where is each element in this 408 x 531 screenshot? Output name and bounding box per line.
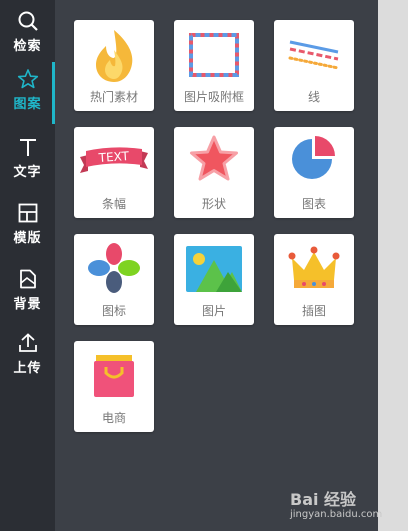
category-card-illustrations[interactable]: 插图 bbox=[274, 234, 354, 325]
layout-icon bbox=[18, 203, 37, 223]
category-label: 条幅 bbox=[101, 197, 126, 211]
category-card-banner[interactable]: TEXT 条幅 bbox=[74, 127, 154, 218]
sidebar-item-label: 模版 bbox=[13, 231, 42, 246]
category-card-hot-assets[interactable]: 热门素材 bbox=[74, 20, 154, 111]
star-shape-icon bbox=[190, 135, 238, 181]
sidebar-item-patterns[interactable]: 图案 bbox=[0, 62, 55, 124]
sidebar-item-label: 上传 bbox=[13, 361, 42, 376]
background-icon bbox=[19, 269, 36, 289]
category-label: 形状 bbox=[201, 197, 226, 211]
star-icon bbox=[17, 69, 38, 89]
sidebar-item-upload[interactable]: 上传 bbox=[0, 326, 55, 386]
sidebar: 检索 图案 文字 模版 背景 上传 bbox=[0, 0, 55, 531]
upload-icon bbox=[18, 333, 37, 352]
watermark-line1: Bai 经验 bbox=[290, 490, 357, 509]
shopping-bag-icon bbox=[94, 355, 134, 397]
banner-icon: TEXT bbox=[80, 147, 148, 173]
sidebar-item-label: 文字 bbox=[13, 165, 42, 180]
category-label: 线 bbox=[307, 90, 320, 104]
sidebar-item-search[interactable]: 检索 bbox=[0, 4, 55, 64]
baidu-jingyan-watermark: Bai 经验 jingyan.baidu.com bbox=[290, 486, 408, 526]
sidebar-item-text[interactable]: 文字 bbox=[0, 130, 55, 190]
envelope-frame-icon bbox=[189, 33, 239, 77]
category-label: 热门素材 bbox=[89, 90, 138, 104]
asset-panel: 热门素材 图片吸附框 线 TEXT 条幅 形状 图表 图标 图片 插图 电商 bbox=[55, 0, 378, 531]
category-label: 图标 bbox=[101, 304, 126, 318]
watermark-line2: jingyan.baidu.com bbox=[290, 509, 383, 520]
category-label: 图片 bbox=[201, 304, 226, 318]
category-card-lines[interactable]: 线 bbox=[274, 20, 354, 111]
flame-icon bbox=[96, 30, 133, 82]
category-card-image-frame[interactable]: 图片吸附框 bbox=[174, 20, 254, 111]
sidebar-item-background[interactable]: 背景 bbox=[0, 262, 55, 322]
text-icon bbox=[19, 139, 36, 156]
sidebar-item-label: 图案 bbox=[13, 97, 42, 112]
category-label: 插图 bbox=[301, 304, 326, 318]
sidebar-item-templates[interactable]: 模版 bbox=[0, 196, 55, 256]
category-label: 图表 bbox=[301, 197, 326, 211]
category-label: 电商 bbox=[101, 411, 126, 425]
sidebar-item-label: 背景 bbox=[13, 297, 42, 312]
search-icon bbox=[18, 11, 38, 31]
picture-icon bbox=[186, 246, 242, 292]
category-label: 图片吸附框 bbox=[183, 90, 244, 104]
crown-icon bbox=[288, 246, 340, 288]
pie-chart-icon bbox=[292, 136, 335, 179]
category-card-charts[interactable]: 图表 bbox=[274, 127, 354, 218]
category-card-icons[interactable]: 图标 bbox=[74, 234, 154, 325]
lines-icon bbox=[288, 40, 340, 70]
banner-text: TEXT bbox=[97, 149, 130, 165]
petals-icon bbox=[88, 243, 140, 293]
right-panel-edge bbox=[378, 0, 408, 531]
category-card-ecommerce[interactable]: 电商 bbox=[74, 341, 154, 432]
sidebar-item-label: 检索 bbox=[13, 39, 42, 54]
category-card-shapes[interactable]: 形状 bbox=[174, 127, 254, 218]
category-card-pictures[interactable]: 图片 bbox=[174, 234, 254, 325]
